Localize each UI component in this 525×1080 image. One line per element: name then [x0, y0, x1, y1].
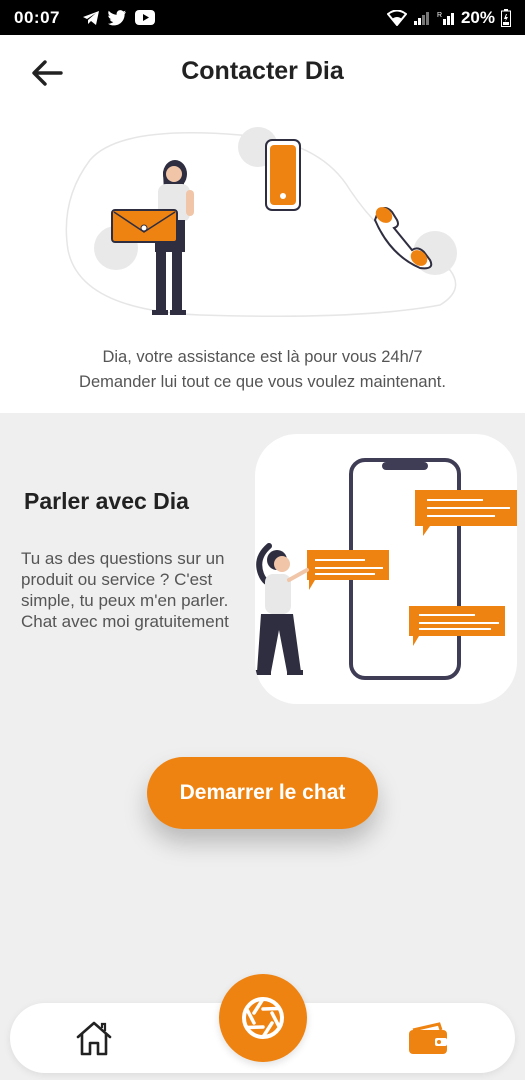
- aperture-icon: [242, 997, 284, 1039]
- wifi-icon: [386, 9, 407, 26]
- status-right: R 20%: [386, 7, 511, 28]
- nav-center-button[interactable]: [219, 974, 307, 1062]
- hero-line-1: Dia, votre assistance est là pour vous 2…: [102, 348, 423, 366]
- chat-section-description: Tu as des questions sur un produit ou se…: [21, 549, 229, 631]
- signal-icon: [413, 11, 429, 25]
- nav-home-button[interactable]: [72, 1017, 116, 1059]
- status-left-icons: [82, 9, 155, 26]
- start-chat-button[interactable]: Demarrer le chat: [147, 757, 378, 829]
- nav-wallet-button[interactable]: [403, 1019, 453, 1059]
- signal-roaming-icon: R: [437, 12, 454, 25]
- telegram-icon: [83, 10, 99, 25]
- youtube-icon: [135, 10, 155, 25]
- chat-illustration: [255, 458, 517, 680]
- status-time: 00:07: [14, 7, 60, 27]
- chat-illustration-card: [255, 434, 517, 704]
- chat-section-title: Parler avec Dia: [24, 488, 189, 514]
- hero-description: Dia, votre assistance est là pour vous 2…: [0, 345, 525, 395]
- battery-icon: [501, 8, 511, 27]
- wallet-icon: [409, 1022, 447, 1054]
- svg-text:R: R: [437, 12, 442, 19]
- home-icon: [76, 1021, 112, 1056]
- page-title: Contacter Dia: [181, 57, 344, 85]
- hero-illustration: [65, 127, 457, 317]
- status-bar: 00:07 R 20%: [0, 0, 525, 35]
- app-header: Contacter Dia: [0, 35, 525, 111]
- twitter-icon: [108, 9, 126, 25]
- battery-percent: 20%: [460, 7, 495, 27]
- hero-line-2: Demander lui tout ce que vous voulez mai…: [79, 373, 446, 391]
